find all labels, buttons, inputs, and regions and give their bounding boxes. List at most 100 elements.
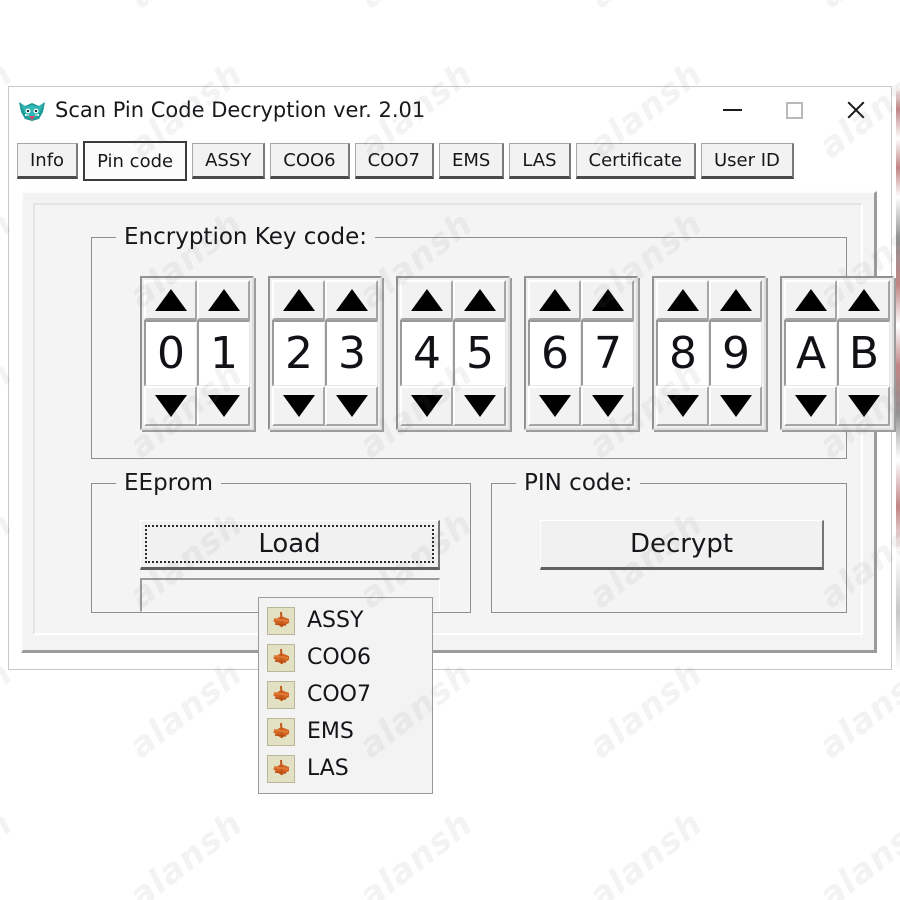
key-spin-group-4: 6 7 bbox=[524, 276, 638, 430]
tab-coo6[interactable]: COO6 bbox=[270, 143, 350, 179]
encryption-key-group: Encryption Key code: 0 1 2 3 4 5 6 7 8 9… bbox=[91, 224, 894, 459]
arrow-up-icon bbox=[666, 289, 699, 311]
key-digit-col-7: 7 bbox=[581, 280, 634, 426]
spin-down-button[interactable] bbox=[400, 386, 453, 426]
watermark-text: alansh bbox=[121, 653, 251, 767]
arrow-up-icon bbox=[282, 289, 315, 311]
spin-down-button[interactable] bbox=[784, 386, 837, 426]
tab-coo7[interactable]: COO7 bbox=[354, 143, 434, 179]
key-digit-value[interactable]: A bbox=[784, 320, 837, 386]
watermark-text: alansh bbox=[581, 653, 711, 767]
spin-down-button[interactable] bbox=[709, 386, 762, 426]
arrow-up-icon bbox=[538, 289, 571, 311]
menu-item-label: EMS bbox=[307, 719, 354, 744]
tab-user-id[interactable]: User ID bbox=[701, 143, 794, 179]
menu-item-las[interactable]: LAS bbox=[259, 750, 432, 787]
key-digit-value[interactable]: 4 bbox=[400, 320, 453, 386]
key-digit-value[interactable]: 6 bbox=[528, 320, 581, 386]
pin-code-group-title: PIN code: bbox=[516, 470, 641, 496]
spin-down-button[interactable] bbox=[453, 386, 506, 426]
spin-down-button[interactable] bbox=[581, 386, 634, 426]
minimize-button[interactable] bbox=[701, 88, 763, 132]
tab-info[interactable]: Info bbox=[17, 143, 79, 179]
spin-up-button[interactable] bbox=[144, 280, 197, 320]
tab-las[interactable]: LAS bbox=[509, 143, 571, 179]
decrypt-button-label: Decrypt bbox=[629, 529, 734, 559]
tab-label: COO6 bbox=[283, 149, 336, 171]
arrow-up-icon bbox=[847, 289, 880, 311]
decrypt-button[interactable]: Decrypt bbox=[540, 520, 824, 570]
key-digit-value[interactable]: 3 bbox=[325, 320, 378, 386]
window-title: Scan Pin Code Decryption ver. 2.01 bbox=[55, 98, 426, 122]
key-digit-value[interactable]: 9 bbox=[709, 320, 762, 386]
spin-up-button[interactable] bbox=[784, 280, 837, 320]
menu-item-coo6[interactable]: COO6 bbox=[259, 639, 432, 676]
tab-pin-code[interactable]: Pin code bbox=[83, 141, 188, 181]
key-spin-group-6: A B bbox=[780, 276, 894, 430]
close-button[interactable] bbox=[825, 88, 887, 132]
key-digit-value[interactable]: 0 bbox=[144, 320, 197, 386]
encryption-key-spinners: 0 1 2 3 4 5 6 7 8 9 A B bbox=[140, 276, 894, 430]
key-digit-col-9: 9 bbox=[709, 280, 762, 426]
key-digit-col-8: 8 bbox=[656, 280, 709, 426]
spin-down-button[interactable] bbox=[656, 386, 709, 426]
watermark-text: alansh bbox=[352, 0, 481, 16]
spin-down-button[interactable] bbox=[272, 386, 325, 426]
key-digit-value[interactable]: 5 bbox=[453, 320, 506, 386]
key-spin-group-2: 2 3 bbox=[268, 276, 382, 430]
spin-up-button[interactable] bbox=[325, 280, 378, 320]
close-icon bbox=[845, 99, 867, 121]
window-controls bbox=[701, 87, 887, 133]
key-digit-value[interactable]: 1 bbox=[197, 320, 250, 386]
arrow-up-icon bbox=[719, 289, 752, 311]
arrow-down-icon bbox=[282, 395, 315, 417]
spin-down-button[interactable] bbox=[528, 386, 581, 426]
spin-down-button[interactable] bbox=[837, 386, 890, 426]
tab-certificate[interactable]: Certificate bbox=[575, 143, 696, 179]
key-digit-value[interactable]: 8 bbox=[656, 320, 709, 386]
watermark-text: alansh bbox=[811, 653, 900, 767]
key-digit-value[interactable]: 7 bbox=[581, 320, 634, 386]
tab-assy[interactable]: ASSY bbox=[192, 143, 266, 179]
spin-up-button[interactable] bbox=[709, 280, 762, 320]
tab-label: ASSY bbox=[205, 149, 252, 171]
spin-down-button[interactable] bbox=[144, 386, 197, 426]
spin-up-button[interactable] bbox=[197, 280, 250, 320]
menu-item-coo7[interactable]: COO7 bbox=[259, 676, 432, 713]
spin-up-button[interactable] bbox=[400, 280, 453, 320]
key-digit-col-5: 5 bbox=[453, 280, 506, 426]
arrow-up-icon bbox=[410, 289, 443, 311]
maximize-button[interactable] bbox=[763, 88, 825, 132]
tab-ems[interactable]: EMS bbox=[438, 143, 505, 179]
spin-up-button[interactable] bbox=[837, 280, 890, 320]
arrow-down-icon bbox=[463, 395, 496, 417]
spin-up-button[interactable] bbox=[581, 280, 634, 320]
key-digit-col-1: 1 bbox=[197, 280, 250, 426]
spin-down-button[interactable] bbox=[197, 386, 250, 426]
encryption-key-group-title: Encryption Key code: bbox=[116, 224, 376, 250]
spin-up-button[interactable] bbox=[656, 280, 709, 320]
arrow-down-icon bbox=[847, 395, 880, 417]
menu-item-ems[interactable]: EMS bbox=[259, 713, 432, 750]
key-digit-value[interactable]: B bbox=[837, 320, 890, 386]
menu-item-label: ASSY bbox=[307, 608, 364, 633]
watermark-text: alansh bbox=[581, 803, 711, 900]
watermark-text: alansh bbox=[121, 803, 251, 900]
spin-up-button[interactable] bbox=[453, 280, 506, 320]
spin-up-button[interactable] bbox=[272, 280, 325, 320]
key-digit-value[interactable]: 2 bbox=[272, 320, 325, 386]
arrow-up-icon bbox=[463, 289, 496, 311]
key-digit-col-4: 4 bbox=[400, 280, 453, 426]
app-mascot-icon bbox=[17, 96, 47, 124]
client-area: Encryption Key code: 0 1 2 3 4 5 6 7 8 9… bbox=[21, 191, 894, 653]
load-button[interactable]: Load bbox=[140, 520, 440, 570]
watermark-text: alansh bbox=[0, 653, 21, 767]
chip-icon bbox=[267, 606, 295, 635]
key-digit-col-6: 6 bbox=[528, 280, 581, 426]
menu-item-assy[interactable]: ASSY bbox=[259, 602, 432, 639]
spin-down-button[interactable] bbox=[325, 386, 378, 426]
eeprom-type-context-menu: ASSY COO6 COO7 EMS LAS bbox=[258, 597, 433, 794]
spin-up-button[interactable] bbox=[528, 280, 581, 320]
key-digit-col-3: 3 bbox=[325, 280, 378, 426]
arrow-down-icon bbox=[154, 395, 187, 417]
